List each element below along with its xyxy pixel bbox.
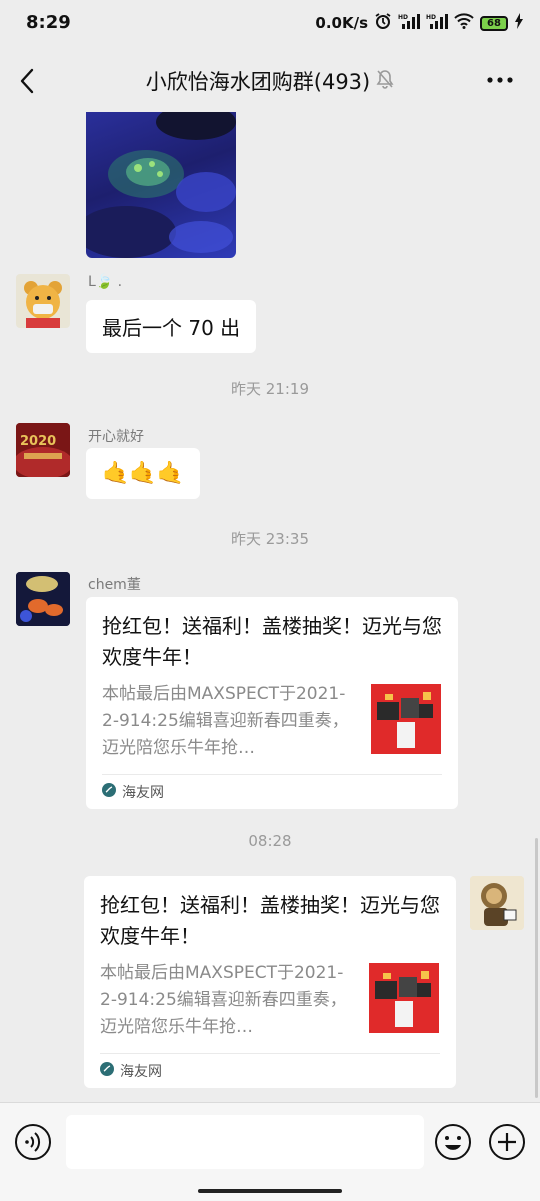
- more-button[interactable]: [486, 70, 516, 90]
- avatar-text: 2020: [20, 434, 56, 449]
- voice-button[interactable]: [14, 1123, 52, 1161]
- card-description: 本帖最后由MAXSPECT于2021-2-914:25编辑喜迎新春四重奏，迈光陪…: [100, 963, 347, 1037]
- image-message[interactable]: [86, 112, 236, 258]
- avatar[interactable]: [16, 274, 70, 328]
- emoji-icon: [435, 1124, 471, 1160]
- charging-icon: [514, 13, 524, 33]
- svg-text:HD: HD: [398, 14, 408, 21]
- message-text: 最后一个 70 出: [102, 316, 241, 340]
- emoji-text: 🤙🤙🤙: [102, 461, 185, 486]
- home-indicator[interactable]: [198, 1189, 342, 1193]
- plus-icon: [489, 1124, 525, 1160]
- input-bar: [0, 1102, 540, 1201]
- site-logo-icon: [102, 783, 116, 801]
- card-source: 海友网: [100, 1053, 440, 1088]
- scrollbar[interactable]: [535, 838, 538, 1098]
- timestamp: 08:28: [248, 832, 292, 850]
- link-card[interactable]: 抢红包！送福利！盖楼抽奖！迈光与您欢度牛年！ 本帖最后由MAXSPECT于202…: [84, 876, 456, 1088]
- sender-name: L🍃 .: [88, 274, 123, 290]
- emoji-button[interactable]: [434, 1123, 472, 1161]
- lion-avatar-image: [470, 876, 524, 930]
- timestamp: 昨天 23:35: [231, 530, 309, 548]
- status-time: 8:29: [26, 12, 71, 33]
- net-speed: 0.0K/s: [315, 14, 368, 32]
- card-title: 抢红包！送福利！盖楼抽奖！迈光与您欢度牛年！: [100, 893, 440, 948]
- card-thumbnail: [371, 684, 441, 754]
- site-name: 海友网: [120, 1064, 162, 1080]
- site-logo-icon: [100, 1062, 114, 1080]
- chat-header: 小欣怡海水团购群(493): [0, 50, 540, 112]
- signal-hd-icon: HD: [426, 13, 448, 33]
- avatar[interactable]: [16, 572, 70, 626]
- red-envelope-image: [371, 684, 441, 754]
- timestamp: 昨天 21:19: [231, 380, 309, 398]
- signal-hd-icon: HD: [398, 13, 420, 33]
- coral-photo: [86, 112, 236, 258]
- status-icons: 0.0K/s HD HD 68: [315, 12, 524, 34]
- fish-avatar-image: [16, 572, 70, 626]
- avatar[interactable]: 2020: [16, 423, 70, 477]
- sender-name: chem董: [88, 577, 141, 593]
- text-bubble[interactable]: 最后一个 70 出: [86, 300, 257, 353]
- svg-text:HD: HD: [426, 14, 436, 21]
- group-name: 小欣怡海水团购群(493): [145, 70, 371, 94]
- status-bar: 8:29 0.0K/s HD HD 68: [0, 0, 540, 48]
- more-icon: [487, 77, 513, 83]
- battery-icon: 68: [480, 15, 508, 31]
- red-envelope-image: [369, 963, 439, 1033]
- site-name: 海友网: [122, 785, 164, 801]
- card-title: 抢红包！送福利！盖楼抽奖！迈光与您欢度牛年！: [102, 614, 442, 669]
- voice-icon: [15, 1124, 51, 1160]
- bear-avatar-image: [24, 281, 62, 328]
- plus-button[interactable]: [488, 1123, 526, 1161]
- sender-name: 开心就好: [88, 429, 144, 445]
- card-description: 本帖最后由MAXSPECT于2021-2-914:25编辑喜迎新春四重奏，迈光陪…: [102, 684, 349, 758]
- message-list[interactable]: L🍃 . 最后一个 70 出 昨天 21:19 2020 开心就好 🤙🤙🤙 昨天…: [0, 112, 540, 1102]
- card-source: 海友网: [102, 774, 442, 809]
- chat-title: 小欣怡海水团购群(493): [0, 66, 540, 96]
- link-card[interactable]: 抢红包！送福利！盖楼抽奖！迈光与您欢度牛年！ 本帖最后由MAXSPECT于202…: [86, 597, 458, 809]
- message-input[interactable]: [66, 1115, 424, 1169]
- alarm-icon: [374, 12, 392, 34]
- wifi-icon: [454, 13, 474, 33]
- mute-bell-icon: [376, 69, 394, 94]
- card-thumbnail: [369, 963, 439, 1033]
- my-avatar[interactable]: [470, 876, 524, 930]
- cake-avatar-image: 2020: [16, 423, 70, 477]
- text-bubble[interactable]: 🤙🤙🤙: [86, 448, 201, 499]
